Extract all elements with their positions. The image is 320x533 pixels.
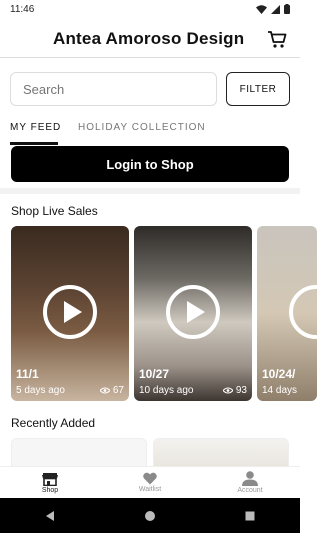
sale-date: 10/24/ bbox=[262, 367, 296, 381]
live-sale-card[interactable]: 10/24/ 14 days bbox=[257, 226, 317, 401]
tab-my-feed[interactable]: MY FEED bbox=[10, 122, 61, 133]
app-title: Antea Amoroso Design bbox=[53, 29, 245, 48]
live-sale-card[interactable]: 10/27 10 days ago 93 bbox=[134, 226, 252, 401]
search-row: FILTER bbox=[10, 72, 290, 106]
signal-icon bbox=[271, 4, 280, 14]
nav-shop[interactable]: Shop bbox=[0, 467, 100, 498]
sale-meta: 5 days ago 67 bbox=[16, 385, 124, 396]
search-input[interactable] bbox=[10, 72, 217, 106]
sale-age: 5 days ago bbox=[16, 385, 65, 396]
eye-icon bbox=[222, 387, 233, 394]
bottom-nav: Shop Waitlist Account bbox=[0, 466, 300, 498]
nav-waitlist[interactable]: Waitlist bbox=[100, 467, 200, 498]
nav-label: Shop bbox=[41, 486, 59, 494]
nav-label: Waitlist bbox=[138, 486, 162, 493]
eye-icon bbox=[99, 387, 110, 394]
cart-icon bbox=[268, 31, 287, 48]
product-card[interactable] bbox=[153, 438, 289, 468]
tab-holiday-collection[interactable]: HOLIDAY COLLECTION bbox=[78, 122, 206, 133]
app-header: Antea Amoroso Design bbox=[0, 18, 300, 58]
store-icon bbox=[42, 472, 58, 486]
views-count: 67 bbox=[112, 385, 124, 396]
nav-label: Account bbox=[237, 487, 263, 494]
active-tab-indicator bbox=[10, 142, 58, 145]
play-icon[interactable] bbox=[165, 284, 221, 340]
account-icon bbox=[242, 471, 258, 486]
wifi-icon bbox=[256, 4, 267, 14]
status-icons bbox=[256, 4, 290, 14]
sale-meta: 14 days bbox=[262, 385, 312, 396]
filter-button[interactable]: FILTER bbox=[226, 72, 290, 106]
sale-age: 14 days bbox=[262, 385, 298, 396]
live-sales-carousel[interactable]: 11/1 5 days ago 67 10/27 10 days ago 93 … bbox=[11, 226, 317, 401]
play-icon[interactable] bbox=[288, 284, 317, 340]
sale-views: 67 bbox=[99, 385, 124, 396]
cart-button[interactable] bbox=[267, 29, 287, 49]
back-icon[interactable] bbox=[44, 510, 56, 522]
section-divider bbox=[0, 188, 300, 194]
recently-added-list bbox=[11, 438, 311, 468]
sale-meta: 10 days ago 93 bbox=[139, 385, 247, 396]
system-navigation-bar bbox=[0, 498, 300, 533]
status-time: 11:46 bbox=[10, 3, 35, 15]
status-bar: 11:46 bbox=[0, 0, 300, 18]
recently-added-heading: Recently Added bbox=[11, 416, 96, 430]
heart-icon bbox=[143, 472, 157, 485]
product-card[interactable] bbox=[11, 438, 147, 468]
nav-account[interactable]: Account bbox=[200, 467, 300, 498]
views-count: 93 bbox=[235, 385, 247, 396]
sale-views: 93 bbox=[222, 385, 247, 396]
feed-tabs: MY FEED HOLIDAY COLLECTION bbox=[0, 118, 300, 145]
play-icon[interactable] bbox=[42, 284, 98, 340]
battery-icon bbox=[284, 4, 290, 14]
home-icon[interactable] bbox=[144, 510, 156, 522]
live-sale-card[interactable]: 11/1 5 days ago 67 bbox=[11, 226, 129, 401]
sale-date: 10/27 bbox=[139, 367, 170, 381]
recents-icon[interactable] bbox=[244, 510, 256, 522]
login-to-shop-button[interactable]: Login to Shop bbox=[11, 146, 289, 182]
sale-age: 10 days ago bbox=[139, 385, 194, 396]
live-sales-heading: Shop Live Sales bbox=[11, 204, 98, 218]
sale-date: 11/1 bbox=[16, 367, 39, 381]
